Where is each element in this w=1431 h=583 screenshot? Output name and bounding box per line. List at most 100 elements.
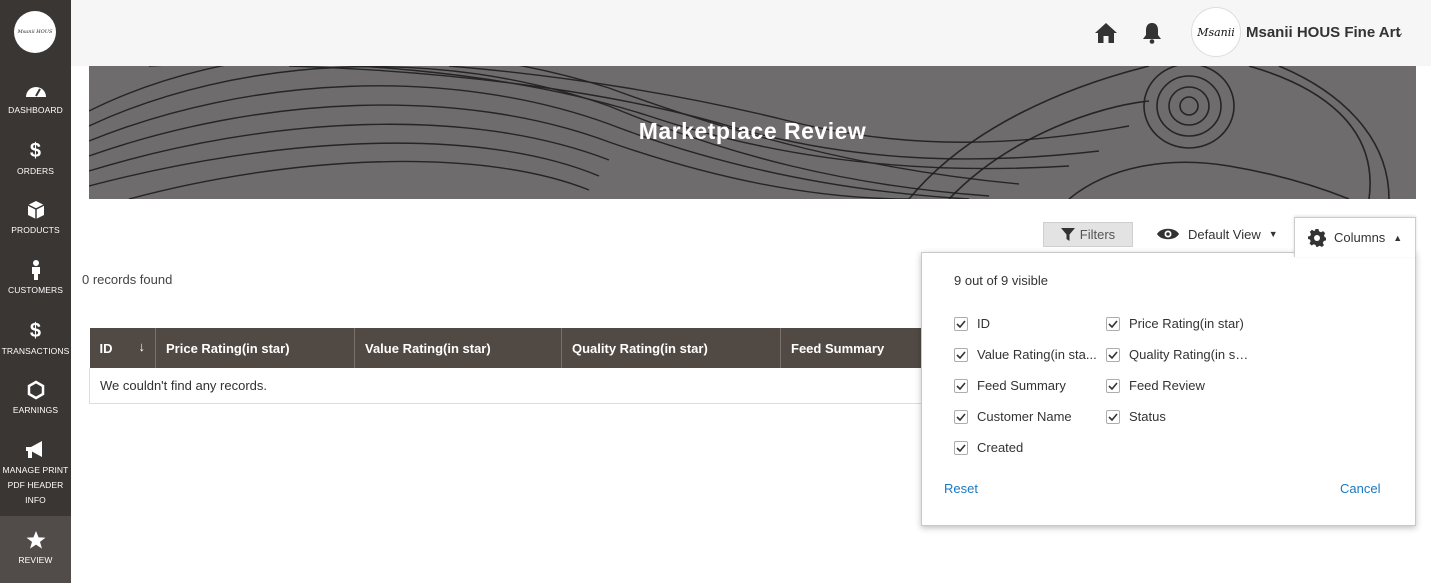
column-header-value-rating[interactable]: Value Rating(in star) xyxy=(354,328,562,368)
columns-label: Columns xyxy=(1334,230,1386,245)
column-header-label: Price Rating(in star) xyxy=(166,340,290,356)
top-header: Msanii Msanii HOUS Fine Art ⌄ xyxy=(71,0,1431,66)
check-icon xyxy=(956,443,966,452)
dollar-icon: $ xyxy=(29,320,42,342)
checkbox[interactable] xyxy=(954,316,968,331)
checkbox[interactable] xyxy=(1106,316,1120,331)
sidebar-item-transactions[interactable]: $ TRANSACTIONS xyxy=(0,321,71,377)
chevron-down-icon[interactable]: ⌄ xyxy=(1395,26,1404,39)
avatar[interactable]: Msanii xyxy=(1191,7,1241,57)
sidebar-item-products[interactable]: PRODUCTS xyxy=(0,200,71,256)
option-label: Value Rating(in sta... xyxy=(977,347,1097,362)
dashboard-icon xyxy=(25,87,46,97)
option-label: Feed Summary xyxy=(977,378,1066,393)
column-option-feed-summary[interactable]: Feed Summary xyxy=(954,378,1066,393)
cancel-button[interactable]: Cancel xyxy=(1340,481,1380,496)
column-option-feed-review[interactable]: Feed Review xyxy=(1106,378,1205,393)
option-label: Customer Name xyxy=(977,409,1072,424)
sort-arrow-icon: ↓ xyxy=(138,339,146,354)
column-option-id[interactable]: ID xyxy=(954,316,990,331)
page-banner: Marketplace Review xyxy=(89,66,1416,199)
home-icon[interactable] xyxy=(1094,22,1118,44)
person-icon xyxy=(31,260,40,280)
column-option-value-rating[interactable]: Value Rating(in sta... xyxy=(954,347,1097,362)
column-option-quality-rating[interactable]: Quality Rating(in st... xyxy=(1106,347,1249,362)
option-label: ID xyxy=(977,316,990,331)
column-header-price-rating[interactable]: Price Rating(in star) xyxy=(155,328,355,368)
logo[interactable]: Msanii HOUS xyxy=(14,11,56,53)
filter-icon xyxy=(1060,228,1075,241)
sidebar-item-manage-print[interactable]: MANAGE PRINT PDF HEADER INFO xyxy=(0,440,71,510)
default-view-button[interactable]: Default View ▼ xyxy=(1156,222,1278,246)
sidebar-item-label: TRANSACTIONS xyxy=(1,346,70,356)
default-view-label: Default View xyxy=(1188,226,1261,242)
hexagon-icon xyxy=(27,380,44,400)
sidebar-item-label: CUSTOMERS xyxy=(7,285,64,295)
checkbox[interactable] xyxy=(954,440,968,455)
column-header-id[interactable]: ID ↓ xyxy=(89,328,156,368)
caret-down-icon: ▼ xyxy=(1268,229,1278,239)
visible-count: 9 out of 9 visible xyxy=(954,273,1048,288)
caret-up-icon: ▲ xyxy=(1393,232,1403,243)
sidebar-item-review[interactable]: REVIEW xyxy=(0,516,71,583)
option-label: Status xyxy=(1129,409,1166,424)
sidebar-item-orders[interactable]: $ ORDERS xyxy=(0,141,71,197)
checkbox[interactable] xyxy=(1106,409,1120,424)
check-icon xyxy=(956,381,966,390)
sidebar-item-label: PDF HEADER xyxy=(7,480,64,490)
sidebar-item-label: INFO xyxy=(25,495,46,505)
column-option-customer-name[interactable]: Customer Name xyxy=(954,409,1072,424)
column-header-quality-rating[interactable]: Quality Rating(in star) xyxy=(561,328,781,368)
filters-button[interactable]: Filters xyxy=(1043,222,1133,247)
sidebar-item-earnings[interactable]: EARNINGS xyxy=(0,380,71,436)
column-option-status[interactable]: Status xyxy=(1106,409,1166,424)
option-label: Price Rating(in star) xyxy=(1129,316,1244,331)
avatar-text: Msanii xyxy=(1197,25,1235,39)
sidebar-item-label: EARNINGS xyxy=(12,405,59,415)
filters-label: Filters xyxy=(1079,227,1116,242)
column-option-created[interactable]: Created xyxy=(954,440,1023,455)
logo-text: Msanii HOUS xyxy=(17,29,53,35)
store-name[interactable]: Msanii HOUS Fine Art xyxy=(1246,24,1400,41)
bell-icon[interactable] xyxy=(1142,22,1162,44)
column-header-label: ID xyxy=(99,340,113,356)
page-title: Marketplace Review xyxy=(638,118,867,144)
option-label: Quality Rating(in st... xyxy=(1129,347,1249,362)
dollar-icon: $ xyxy=(29,140,42,162)
check-icon xyxy=(956,319,966,328)
sidebar-item-label: REVIEW xyxy=(18,555,53,565)
eye-icon xyxy=(1157,228,1179,240)
checkbox[interactable] xyxy=(954,378,968,393)
column-header-label: Quality Rating(in star) xyxy=(572,340,708,356)
check-icon xyxy=(1108,381,1118,390)
checkbox[interactable] xyxy=(954,409,968,424)
column-header-label: Feed Summary xyxy=(791,340,885,356)
option-label: Created xyxy=(977,440,1024,455)
records-count: 0 records found xyxy=(82,272,173,287)
sidebar: Msanii HOUS DASHBOARD $ ORDERS PRODUCTS … xyxy=(0,0,71,583)
sidebar-item-label: DASHBOARD xyxy=(8,105,63,115)
sidebar-item-label: MANAGE PRINT xyxy=(2,465,69,475)
check-icon xyxy=(1108,319,1118,328)
sidebar-item-dashboard[interactable]: DASHBOARD xyxy=(0,80,71,136)
columns-button[interactable]: Columns ▲ xyxy=(1294,217,1416,257)
check-icon xyxy=(956,412,966,421)
check-icon xyxy=(956,350,966,359)
box-icon xyxy=(27,201,44,219)
option-label: Feed Review xyxy=(1129,378,1205,393)
checkbox[interactable] xyxy=(954,347,968,362)
sidebar-item-label: PRODUCTS xyxy=(11,225,60,235)
columns-dropdown: 9 out of 9 visible ID Price Rating(in st… xyxy=(921,252,1416,526)
checkbox[interactable] xyxy=(1106,378,1120,393)
sidebar-item-customers[interactable]: CUSTOMERS xyxy=(0,260,71,316)
sidebar-item-label: ORDERS xyxy=(17,166,54,176)
checkbox[interactable] xyxy=(1106,347,1120,362)
check-icon xyxy=(1108,350,1118,359)
star-icon xyxy=(26,531,45,549)
reset-button[interactable]: Reset xyxy=(944,481,978,496)
megaphone-icon xyxy=(25,441,42,458)
gear-icon xyxy=(1308,228,1326,247)
column-option-price-rating[interactable]: Price Rating(in star) xyxy=(1106,316,1244,331)
column-header-label: Value Rating(in star) xyxy=(365,340,491,356)
check-icon xyxy=(1108,412,1118,421)
